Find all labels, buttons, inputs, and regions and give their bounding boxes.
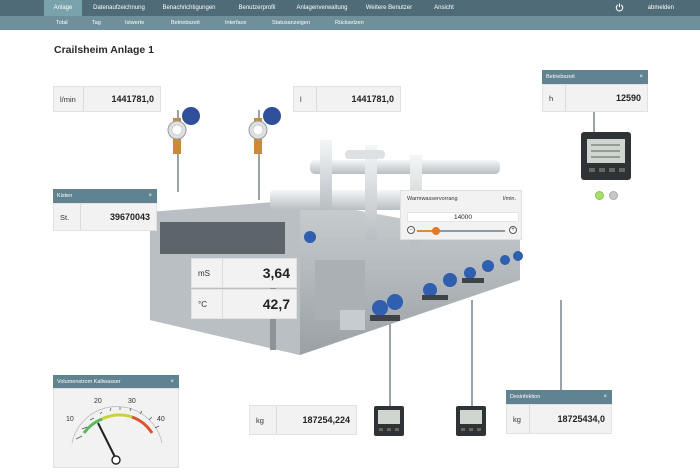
desinfektion-readout: kg 18725434,0 (506, 404, 612, 434)
slider-unit: l/min. (502, 196, 516, 202)
betriebszeit-unit: h (549, 93, 554, 103)
kisten-value: 39670043 (109, 212, 150, 222)
subnav-interface[interactable]: Interface (225, 16, 246, 30)
power-meter-device-icon (374, 406, 404, 436)
nav-anlagenverwaltung[interactable]: Anlagenverwaltung (291, 0, 353, 16)
gauge-panel-header: Volumenstrom Kaltwasser × (53, 375, 179, 389)
nav-anlage[interactable]: Anlage (44, 0, 82, 16)
subnav-betriebszeit[interactable]: Betriebszeit (171, 16, 200, 30)
gauge-tick-label: 30 (128, 398, 136, 405)
gauge-tick-label: 10 (66, 416, 74, 423)
conductivity-value: 3,64 (262, 265, 290, 281)
nav-ansicht[interactable]: Ansicht (424, 0, 464, 16)
subnav-tag[interactable]: Tag (92, 16, 101, 30)
flow-unit: l/min (60, 94, 76, 104)
top-nav: Anlage Datenaufzeichnung Benachrichtigun… (0, 0, 700, 16)
kisten-panel-header: Kisten × (53, 189, 157, 203)
desinfektion-unit: kg (513, 414, 521, 424)
kisten-readout: St. 39670043 (53, 203, 157, 231)
liters-readout: l 1441781,0 (293, 86, 401, 112)
conductivity-readout: mS 3,64 (191, 258, 297, 288)
close-icon[interactable]: × (639, 70, 643, 84)
desinfektion-title: Desinfektion (510, 394, 541, 400)
power-meter-device-icon (456, 406, 486, 436)
plant-illustration (150, 140, 523, 355)
slider-thumb[interactable] (432, 227, 441, 235)
slider-title: Warmwasservorrang (407, 196, 458, 202)
close-icon[interactable]: × (170, 375, 174, 389)
flow-value: 1441781,0 (111, 94, 154, 104)
weight-unit: kg (256, 415, 264, 425)
liters-value: 1441781,0 (351, 94, 394, 104)
subnav-ruecksetzen[interactable]: Rücksetzen (335, 16, 364, 30)
plus-icon[interactable]: + (509, 226, 517, 234)
connector-line (560, 300, 562, 392)
betriebszeit-value: 12590 (615, 93, 641, 103)
betriebszeit-panel-header: Betriebszeit × (542, 70, 648, 84)
flow-gauge: 10 20 30 40 (53, 388, 179, 468)
status-led-green (595, 191, 604, 200)
warmwasservorrang-panel: Warmwasservorrang l/min. 14000 − + (400, 190, 522, 240)
betriebszeit-readout: h 12590 (542, 84, 648, 112)
desinfektion-value: 18725434,0 (557, 414, 605, 424)
power-meter-device-icon (581, 132, 631, 180)
nav-benachrichtigungen[interactable]: Benachrichtigungen (155, 0, 223, 16)
minus-icon[interactable]: − (407, 226, 415, 234)
nav-datenaufzeichnung[interactable]: Datenaufzeichnung (88, 0, 150, 16)
close-icon[interactable]: × (148, 189, 152, 203)
liters-unit: l (300, 94, 302, 104)
close-icon[interactable]: × (603, 390, 607, 404)
gauge-tick-label: 20 (94, 398, 102, 405)
flow-readout: l/min 1441781,0 (53, 86, 161, 112)
subnav-total[interactable]: Total (56, 16, 68, 30)
nav-weitere-benutzer[interactable]: Weitere Benutzer (358, 0, 420, 16)
sub-nav: Total Tag Istwerte Betriebszeit Interfac… (0, 16, 700, 30)
logout-link[interactable]: abmelden (648, 0, 674, 16)
gauge-dial: 10 20 30 40 (66, 398, 165, 465)
conductivity-unit: mS (198, 268, 210, 278)
subnav-istwerte[interactable]: Istwerte (125, 16, 144, 30)
slider-track[interactable] (417, 227, 505, 235)
temperature-value: 42,7 (262, 296, 290, 312)
power-icon[interactable] (615, 3, 624, 12)
gauge-title: Volumenstrom Kaltwasser (57, 379, 121, 385)
subnav-statusanzeigen[interactable]: Statusanzeigen (272, 16, 310, 30)
gauge-tick-label: 40 (157, 416, 165, 423)
nav-benutzerprofil[interactable]: Benutzerprofil (228, 0, 286, 16)
slider-value[interactable]: 14000 (407, 212, 519, 222)
water-meter-icon (167, 107, 200, 154)
water-meter-icon (248, 107, 281, 154)
kisten-title: Kisten (57, 193, 73, 199)
desinfektion-panel-header: Desinfektion × (506, 390, 612, 404)
kisten-unit: St. (60, 212, 70, 222)
weight-value: 187254,224 (302, 415, 350, 425)
status-led-grey (609, 191, 618, 200)
weight-readout: kg 187254,224 (249, 405, 357, 435)
page-title: Crailsheim Anlage 1 (54, 44, 154, 56)
temperature-unit: °C (198, 299, 207, 309)
betriebszeit-title: Betriebszeit (546, 74, 575, 80)
temperature-readout: °C 42,7 (191, 289, 297, 319)
